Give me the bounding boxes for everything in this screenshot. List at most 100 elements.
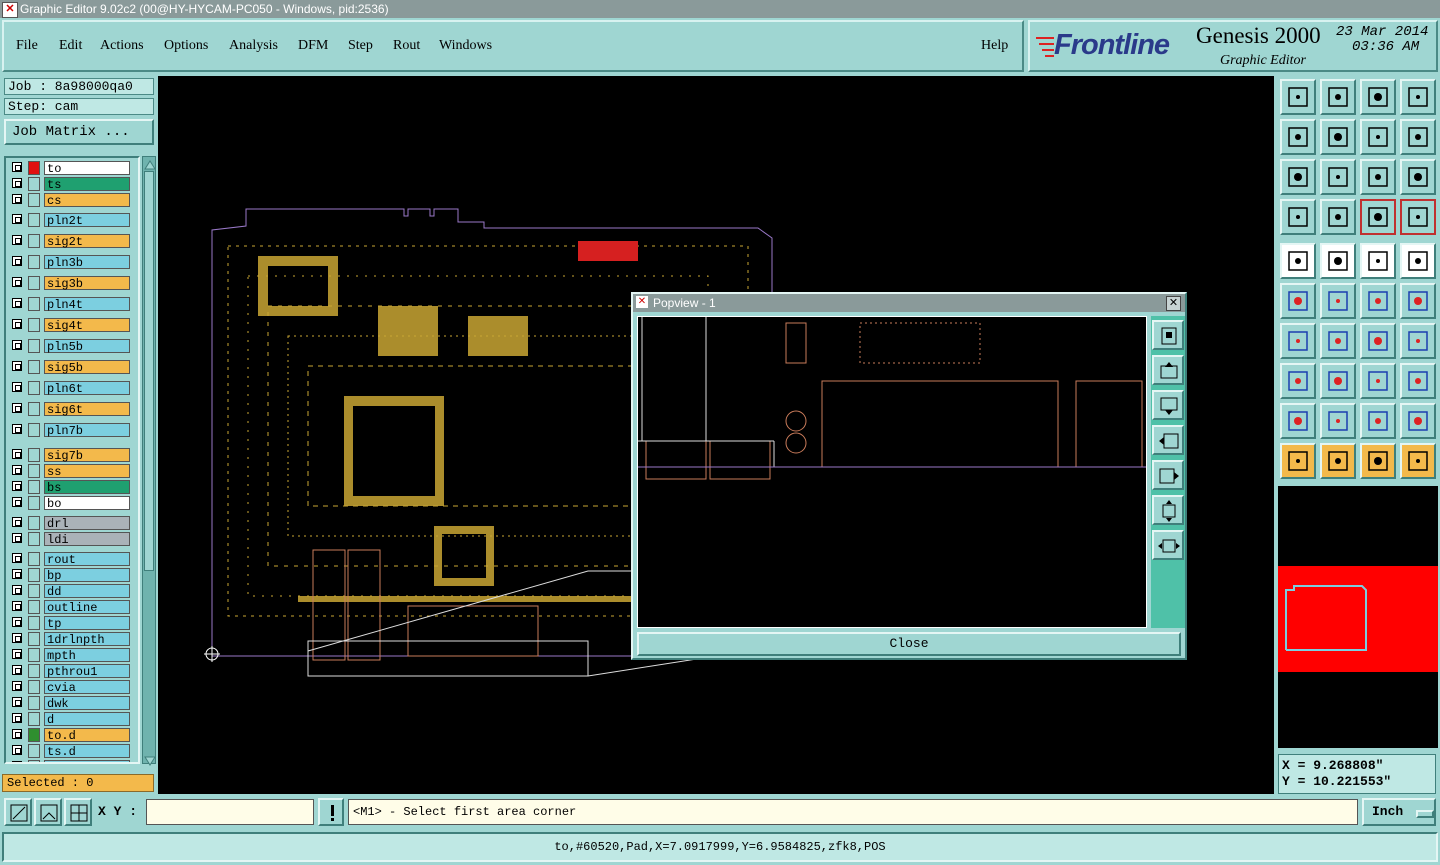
layer-checkbox[interactable] [12, 761, 22, 762]
layer-label[interactable]: cs.d [44, 760, 130, 762]
swap-icon[interactable] [1360, 119, 1396, 155]
grid-icon[interactable] [1320, 199, 1356, 235]
layer-row-ldi[interactable]: ldi [8, 531, 138, 547]
layer-color-swatch[interactable] [28, 680, 40, 694]
layer-checkbox[interactable] [12, 697, 22, 707]
help-icon[interactable] [1400, 159, 1436, 195]
layer-color-swatch[interactable] [28, 664, 40, 678]
layer-label[interactable]: pln3b [44, 255, 130, 270]
menu-rout[interactable]: Rout [393, 38, 420, 54]
layer-label[interactable]: 1drlnpth [44, 632, 130, 647]
popview-close-icon[interactable]: ✕ [1166, 296, 1181, 311]
layer-label[interactable]: to [44, 161, 130, 176]
open-job-icon[interactable] [1280, 79, 1316, 115]
layer-row-to-d[interactable]: to.d [8, 727, 138, 743]
menu-options[interactable]: Options [164, 38, 208, 54]
layer-label[interactable]: ss [44, 464, 130, 479]
layer-row-dwk[interactable]: dwk [8, 695, 138, 711]
layer-checkbox[interactable] [12, 601, 22, 611]
layer-label[interactable]: sig6t [44, 402, 130, 417]
layer-label[interactable]: to.d [44, 728, 130, 743]
layer-label[interactable]: d [44, 712, 130, 727]
layer-row-sig7b[interactable]: sig7b [8, 447, 138, 463]
layer-label[interactable]: pthrou1 [44, 664, 130, 679]
scroll-up-arrow-icon[interactable] [144, 157, 156, 170]
layer-checkbox[interactable] [12, 497, 22, 507]
xy-input[interactable] [146, 799, 314, 825]
layer-color-swatch[interactable] [28, 584, 40, 598]
zoom-center-icon[interactable] [1320, 159, 1356, 195]
layer-checkbox[interactable] [12, 713, 22, 723]
layer-label[interactable]: sig7b [44, 448, 130, 463]
measure-button[interactable] [34, 798, 62, 826]
layer-color-swatch[interactable] [28, 744, 40, 758]
layer-color-swatch[interactable] [28, 648, 40, 662]
layer-color-swatch[interactable] [28, 276, 40, 290]
job-matrix-button[interactable]: Job Matrix ... [4, 119, 154, 145]
layer-row-tp[interactable]: tp [8, 615, 138, 631]
layer-color-swatch[interactable] [28, 712, 40, 726]
layer-color-swatch[interactable] [28, 696, 40, 710]
triangle-d-icon[interactable] [1400, 403, 1436, 439]
layer-checkbox[interactable] [12, 361, 22, 371]
angle-icon[interactable] [1280, 323, 1316, 359]
layer-checkbox[interactable] [12, 214, 22, 224]
popview-pan-up-button[interactable] [1152, 355, 1184, 385]
layer-label[interactable]: sig2t [44, 234, 130, 249]
layer-color-swatch[interactable] [28, 632, 40, 646]
layer-row-sig3b[interactable]: sig3b [8, 275, 138, 291]
net-icon[interactable] [1400, 443, 1436, 479]
layer-row-to[interactable]: to [8, 160, 138, 176]
grid-button[interactable] [64, 798, 92, 826]
layer-checkbox[interactable] [12, 382, 22, 392]
layer-label[interactable]: bp [44, 568, 130, 583]
menu-windows[interactable]: Windows [439, 38, 492, 54]
layer-checkbox[interactable] [12, 649, 22, 659]
layer-color-swatch[interactable] [28, 193, 40, 207]
layer-label[interactable]: outline [44, 600, 130, 615]
menu-actions[interactable]: Actions [100, 38, 144, 54]
popview-canvas[interactable] [637, 316, 1147, 628]
layer-row-bo[interactable]: bo [8, 495, 138, 511]
select-pad-icon[interactable] [1280, 363, 1316, 399]
layer-row-rout[interactable]: rout [8, 551, 138, 567]
layer-checkbox[interactable] [12, 745, 22, 755]
layer-checkbox[interactable] [12, 424, 22, 434]
layer-label[interactable]: pln4t [44, 297, 130, 312]
popview-pan-left-button[interactable] [1152, 425, 1184, 455]
layer-checkbox[interactable] [12, 585, 22, 595]
layer-row-bs[interactable]: bs [8, 479, 138, 495]
layer-checkbox[interactable] [12, 517, 22, 527]
layer-color-swatch[interactable] [28, 255, 40, 269]
popview-pan-down-button[interactable] [1152, 390, 1184, 420]
popview-pan-right-button[interactable] [1152, 460, 1184, 490]
layer-label[interactable]: pln6t [44, 381, 130, 396]
layer-row-pln2t[interactable]: pln2t [8, 212, 138, 228]
zoom-area-button[interactable] [4, 798, 32, 826]
layer-a-icon[interactable] [1360, 199, 1396, 235]
cut-icon[interactable] [1320, 363, 1356, 399]
layer-label[interactable]: sig3b [44, 276, 130, 291]
popview-titlebar[interactable]: ✕ Popview - 1 ✕ [633, 294, 1185, 312]
scroll-down-arrow-icon[interactable] [144, 753, 156, 766]
layer-color-swatch[interactable] [28, 532, 40, 546]
layer-row-pln7b[interactable]: pln7b [8, 422, 138, 438]
layer-row-cs-d[interactable]: cs.d [8, 759, 138, 762]
layer-row-sig5b[interactable]: sig5b [8, 359, 138, 375]
layer-checkbox[interactable] [12, 319, 22, 329]
layer-row-pln3b[interactable]: pln3b [8, 254, 138, 270]
layer-label[interactable]: sig5b [44, 360, 130, 375]
layer-checkbox[interactable] [12, 194, 22, 204]
menu-help[interactable]: Help [981, 38, 1008, 54]
layer-row-mpth[interactable]: mpth [8, 647, 138, 663]
layer-label[interactable]: bo [44, 496, 130, 511]
add-feature-icon[interactable] [1280, 243, 1316, 279]
layer-row-bp[interactable]: bp [8, 567, 138, 583]
layer-row-ts-d[interactable]: ts.d [8, 743, 138, 759]
zoom-fit-icon[interactable] [1280, 159, 1316, 195]
layer-color-swatch[interactable] [28, 234, 40, 248]
layer-row-dd[interactable]: dd [8, 583, 138, 599]
layer-label[interactable]: dwk [44, 696, 130, 711]
layer-row-ss[interactable]: ss [8, 463, 138, 479]
alert-button[interactable] [318, 798, 344, 826]
